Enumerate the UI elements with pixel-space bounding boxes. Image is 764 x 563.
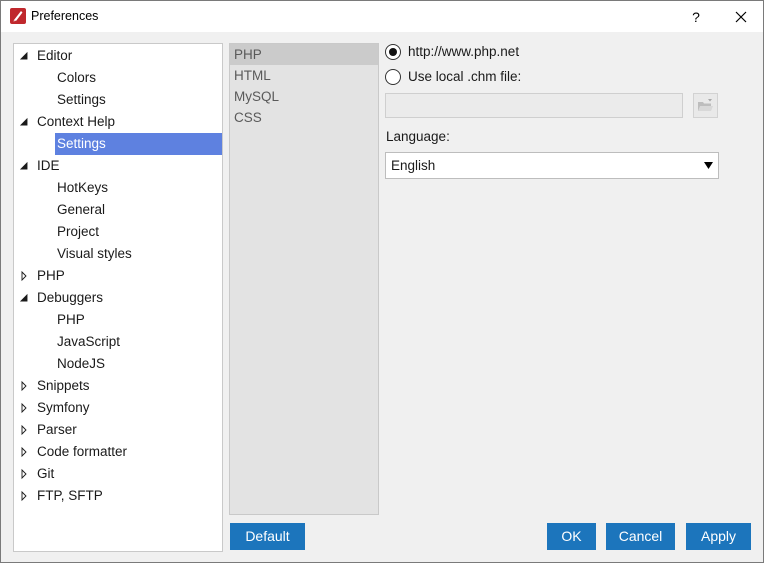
help-language-label: PHP (234, 47, 262, 62)
help-language-label: MySQL (234, 89, 280, 104)
help-language-item[interactable]: HTML (230, 65, 378, 86)
collapsed-arrow-icon[interactable] (19, 375, 29, 397)
tree-item-label: Visual styles (57, 246, 132, 261)
tree-item[interactable]: Visual styles (14, 243, 222, 265)
tree-item[interactable]: Debuggers (14, 287, 222, 309)
tree-item-label: Colors (57, 70, 97, 85)
tree-item[interactable]: Settings (14, 133, 222, 155)
collapsed-arrow-icon[interactable] (19, 419, 29, 441)
tree-item-label: Editor (37, 48, 73, 63)
tree-item-label: PHP (57, 312, 85, 327)
ok-button[interactable]: OK (547, 523, 596, 550)
tree-item-label: NodeJS (57, 356, 106, 371)
tree-item[interactable]: Settings (14, 89, 222, 111)
tree-item-label: Symfony (37, 400, 90, 415)
chevron-down-icon (704, 162, 713, 169)
collapsed-arrow-icon[interactable] (19, 485, 29, 507)
tree-item[interactable]: Git (14, 463, 222, 485)
expanded-arrow-icon[interactable] (19, 155, 29, 177)
tree-item-label: FTP, SFTP (37, 488, 103, 503)
tree-item-label: Settings (57, 92, 106, 107)
help-button[interactable]: ? (684, 5, 708, 29)
tree-item-label: JavaScript (57, 334, 121, 349)
folder-open-icon (698, 99, 713, 111)
cancel-button[interactable]: Cancel (606, 523, 675, 550)
help-language-list[interactable]: PHP HTML MySQL CSS (229, 43, 379, 515)
expanded-arrow-icon[interactable] (19, 111, 29, 133)
online-radio[interactable] (385, 44, 401, 60)
tree-item[interactable]: NodeJS (14, 353, 222, 375)
tree-item-label: IDE (37, 158, 60, 173)
language-select-value: English (391, 158, 436, 173)
tree-item[interactable]: PHP (14, 265, 222, 287)
tree-item[interactable]: JavaScript (14, 331, 222, 353)
language-label: Language: (386, 129, 450, 144)
tree-item-label: Snippets (37, 378, 90, 393)
tree-item-label: General (57, 202, 106, 217)
tree-item[interactable]: Parser (14, 419, 222, 441)
tree-item-label: Settings (57, 136, 106, 151)
collapsed-arrow-icon[interactable] (19, 441, 29, 463)
window-title: Preferences (31, 9, 99, 23)
language-select[interactable]: English (385, 152, 719, 179)
tree-item[interactable]: Code formatter (14, 441, 222, 463)
help-language-item[interactable]: CSS (230, 107, 378, 128)
tree-item[interactable]: Snippets (14, 375, 222, 397)
help-language-item[interactable]: MySQL (230, 86, 378, 107)
tree-item-label: Debuggers (37, 290, 104, 305)
close-icon (735, 11, 747, 23)
collapsed-arrow-icon[interactable] (19, 265, 29, 287)
tree-item-label: Project (57, 224, 100, 239)
tree-item-label: Context Help (37, 114, 116, 129)
expanded-arrow-icon[interactable] (19, 287, 29, 309)
tree-item[interactable]: HotKeys (14, 177, 222, 199)
default-button[interactable]: Default (230, 523, 305, 550)
apply-button[interactable]: Apply (686, 523, 751, 550)
app-logo-icon (10, 8, 26, 24)
help-language-item[interactable]: PHP (230, 44, 378, 65)
close-button[interactable] (729, 5, 753, 29)
collapsed-arrow-icon[interactable] (19, 397, 29, 419)
help-language-label: CSS (234, 110, 262, 125)
chm-path-input[interactable] (385, 93, 683, 118)
local-radio[interactable] (385, 69, 401, 85)
online-radio-label: http://www.php.net (408, 44, 520, 59)
tree-item[interactable]: Context Help (14, 111, 222, 133)
tree-item-label: Git (37, 466, 55, 481)
help-language-label: HTML (234, 68, 271, 83)
browse-button[interactable] (693, 93, 718, 118)
tree-item[interactable]: Symfony (14, 397, 222, 419)
tree-item-label: HotKeys (57, 180, 109, 195)
preferences-dialog: Preferences ? Editor Colors Settings Contex… (0, 0, 764, 563)
tree-item[interactable]: General (14, 199, 222, 221)
tree-item[interactable]: Colors (14, 67, 222, 89)
collapsed-arrow-icon[interactable] (19, 463, 29, 485)
tree-item[interactable]: Editor (14, 45, 222, 67)
local-radio-label: Use local .chm file: (408, 69, 522, 84)
tree-item[interactable]: IDE (14, 155, 222, 177)
tree-item-label: PHP (37, 268, 65, 283)
tree-item[interactable]: Project (14, 221, 222, 243)
tree-item[interactable]: FTP, SFTP (14, 485, 222, 507)
tree-item-label: Parser (37, 422, 77, 437)
expanded-arrow-icon[interactable] (19, 45, 29, 67)
settings-tree[interactable]: Editor Colors Settings Context Help Settings… (13, 43, 223, 552)
tree-item-label: Code formatter (37, 444, 128, 459)
tree-item[interactable]: PHP (14, 309, 222, 331)
title-bar: Preferences ? (1, 1, 763, 32)
